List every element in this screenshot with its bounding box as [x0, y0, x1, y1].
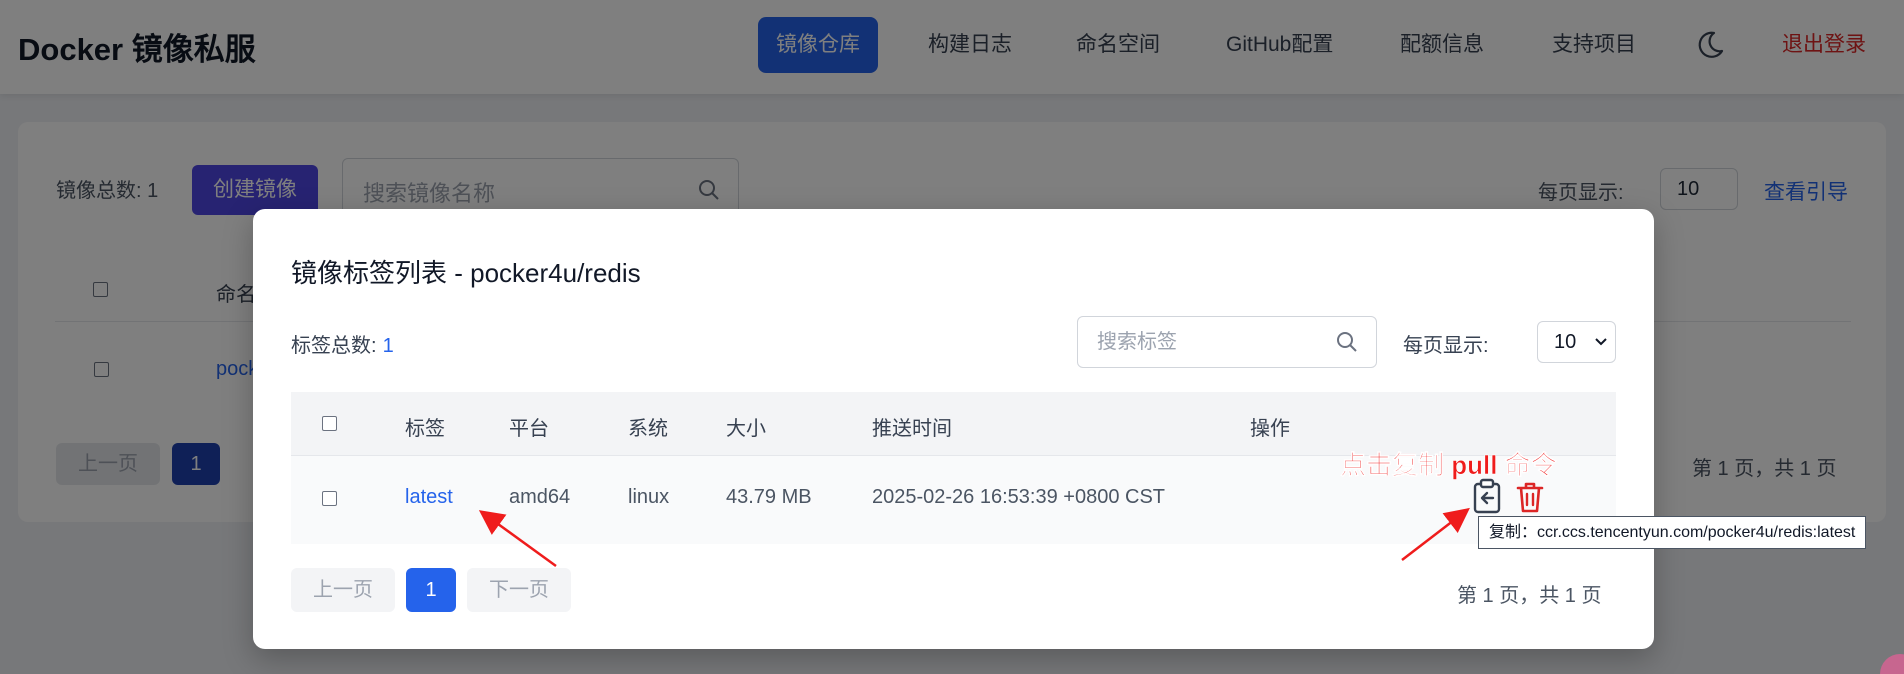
column-platform: 平台: [509, 418, 549, 440]
column-actions: 操作: [1250, 418, 1290, 440]
column-size: 大小: [726, 418, 766, 440]
annotation-copy-hint: 点击复制 pull 命令: [1340, 450, 1557, 481]
tag-search-input[interactable]: [1079, 318, 1329, 366]
select-all-checkbox[interactable]: [322, 416, 337, 431]
row-checkbox[interactable]: [322, 491, 337, 506]
modal-next-page-button[interactable]: 下一页: [467, 568, 571, 612]
modal-per-page-label: 每页显示:: [1403, 335, 1489, 357]
chevron-down-icon: [1595, 338, 1607, 346]
column-push-time: 推送时间: [872, 418, 952, 440]
tag-search-field[interactable]: [1077, 316, 1377, 368]
copy-tooltip: 复制：ccr.ccs.tencentyun.com/pocker4u/redis…: [1478, 516, 1867, 549]
clipboard-copy-icon[interactable]: [1471, 478, 1503, 516]
modal-per-page-select[interactable]: 10: [1537, 321, 1616, 363]
tag-platform: amd64: [509, 486, 571, 508]
column-tag: 标签: [405, 418, 445, 440]
tag-total: 标签总数: 1: [291, 329, 394, 358]
tag-list-modal: 镜像标签列表 - pocker4u/redis 标签总数:1 每页显示: 10 …: [253, 209, 1867, 649]
tag-os: linux: [628, 486, 670, 508]
tag-link[interactable]: latest: [405, 486, 453, 509]
search-icon: [1337, 332, 1357, 352]
modal-title: 镜像标签列表 - pocker4u/redis: [291, 258, 641, 288]
modal-page-info: 第 1 页，共 1 页: [1457, 585, 1602, 607]
column-os: 系统: [628, 418, 668, 440]
tag-total-label: 标签总数:: [291, 335, 377, 357]
modal-page-1-button[interactable]: 1: [406, 568, 456, 612]
tag-push-time: 2025-02-26 16:53:39 +0800 CST: [872, 486, 1165, 508]
tag-size: 43.79 MB: [726, 486, 812, 508]
tag-total-value: 1: [382, 335, 394, 357]
modal-prev-page-button[interactable]: 上一页: [291, 568, 395, 612]
modal-per-page-value: 10: [1554, 331, 1577, 353]
trash-icon[interactable]: [1515, 480, 1545, 514]
